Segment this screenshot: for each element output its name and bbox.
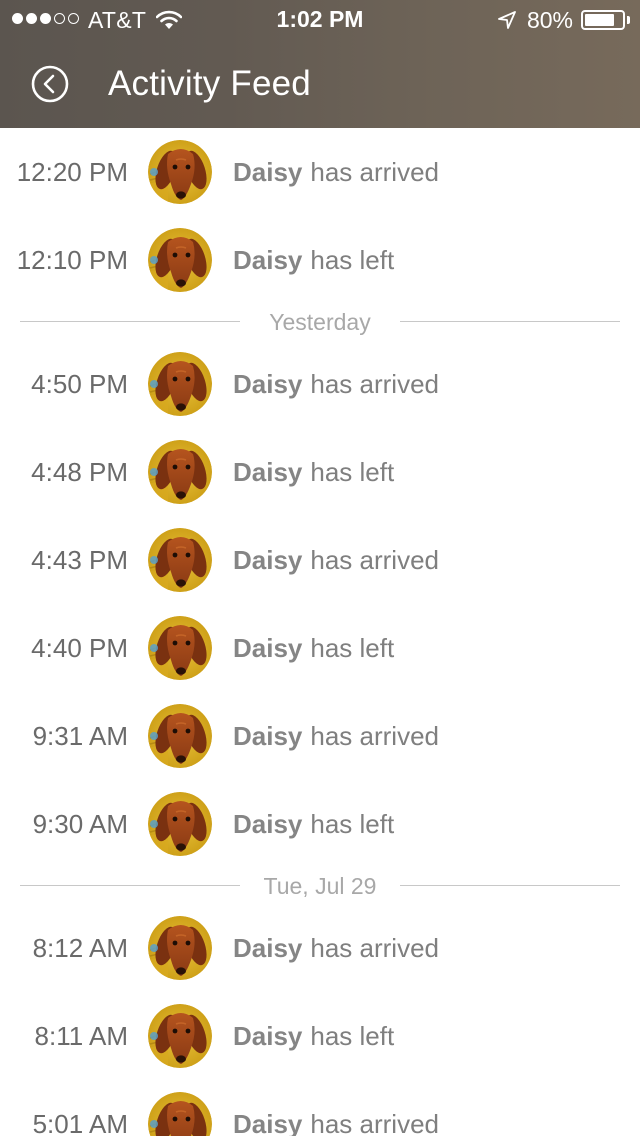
dog-avatar — [148, 140, 212, 204]
date-divider: Yesterday — [0, 304, 640, 340]
activity-time: 9:31 AM — [32, 721, 128, 751]
date-divider-label: Yesterday — [269, 309, 371, 335]
pet-name: Daisy — [233, 245, 303, 275]
activity-time: 4:40 PM — [31, 633, 128, 663]
divider-line — [20, 321, 240, 322]
dog-avatar — [148, 792, 212, 856]
date-divider: Tue, Jul 29 — [0, 868, 640, 904]
dog-avatar — [148, 228, 212, 292]
top-bar: AT&T 1:02 PM 80% Activity Feed — [0, 0, 640, 128]
activity-action: has left — [310, 457, 395, 487]
battery-tip — [627, 16, 630, 24]
activity-text: Daisy has left — [233, 992, 394, 1080]
activity-text: Daisy has left — [233, 780, 394, 868]
activity-action: has left — [310, 245, 395, 275]
divider-line — [400, 885, 620, 886]
dog-avatar — [148, 528, 212, 592]
activity-row[interactable]: 12:20 PM Daisy has arrived — [0, 128, 640, 216]
activity-action: has arrived — [310, 933, 440, 963]
pet-name: Daisy — [233, 633, 303, 663]
activity-time: 9:30 AM — [32, 809, 128, 839]
activity-action: has arrived — [310, 369, 440, 399]
pet-name: Daisy — [233, 157, 303, 187]
activity-text: Daisy has arrived — [233, 692, 439, 780]
battery-icon — [581, 10, 625, 30]
activity-text: Daisy has left — [233, 216, 394, 304]
activity-row[interactable]: 4:48 PM Daisy has left — [0, 428, 640, 516]
back-button[interactable] — [28, 62, 72, 106]
activity-text: Daisy has arrived — [233, 1080, 439, 1136]
date-divider-label: Tue, Jul 29 — [263, 873, 377, 899]
battery-level — [585, 14, 614, 26]
activity-row[interactable]: 8:12 AM Daisy has arrived — [0, 904, 640, 992]
dog-avatar — [148, 440, 212, 504]
divider-line — [20, 885, 240, 886]
battery-percent: 80% — [526, 6, 573, 33]
activity-row[interactable]: 9:30 AM Daisy has left — [0, 780, 640, 868]
activity-time: 8:12 AM — [32, 933, 128, 963]
divider-line — [400, 321, 620, 322]
activity-row[interactable]: 12:10 PM Daisy has left — [0, 216, 640, 304]
pet-name: Daisy — [233, 1021, 303, 1051]
status-right: 80% — [497, 6, 630, 34]
dog-avatar — [148, 916, 212, 980]
activity-time: 4:48 PM — [31, 457, 128, 487]
page-title: Activity Feed — [108, 64, 311, 103]
activity-action: has left — [310, 633, 395, 663]
back-chevron-icon — [31, 65, 69, 103]
activity-text: Daisy has left — [233, 604, 394, 692]
activity-action: has left — [310, 1021, 395, 1051]
activity-row[interactable]: 4:50 PM Daisy has arrived — [0, 340, 640, 428]
activity-text: Daisy has arrived — [233, 904, 439, 992]
activity-row[interactable]: 8:11 AM Daisy has left — [0, 992, 640, 1080]
location-arrow-icon — [497, 10, 517, 30]
dog-avatar — [148, 704, 212, 768]
activity-time: 12:10 PM — [16, 245, 128, 275]
activity-row[interactable]: 4:40 PM Daisy has left — [0, 604, 640, 692]
activity-time: 12:20 PM — [16, 157, 128, 187]
activity-row[interactable]: 9:31 AM Daisy has arrived — [0, 692, 640, 780]
dog-avatar — [148, 1004, 212, 1068]
activity-time: 4:50 PM — [31, 369, 128, 399]
status-bar: AT&T 1:02 PM 80% — [0, 0, 640, 40]
activity-text: Daisy has arrived — [233, 128, 439, 216]
dog-avatar — [148, 616, 212, 680]
activity-text: Daisy has left — [233, 428, 394, 516]
activity-text: Daisy has arrived — [233, 516, 439, 604]
activity-action: has arrived — [310, 1109, 440, 1136]
activity-row[interactable]: 4:43 PM Daisy has arrived — [0, 516, 640, 604]
activity-feed-list[interactable]: 12:20 PM Daisy has arrived 12:10 PM Daisy has… — [0, 128, 640, 1136]
activity-time: 8:11 AM — [34, 1021, 128, 1051]
activity-row[interactable]: 5:01 AM Daisy has arrived — [0, 1080, 640, 1136]
pet-name: Daisy — [233, 809, 303, 839]
activity-time: 5:01 AM — [32, 1109, 128, 1136]
dog-avatar — [148, 1092, 212, 1136]
pet-name: Daisy — [233, 1109, 303, 1136]
pet-name: Daisy — [233, 721, 303, 751]
activity-time: 4:43 PM — [31, 545, 128, 575]
pet-name: Daisy — [233, 933, 303, 963]
activity-action: has left — [310, 809, 395, 839]
activity-text: Daisy has arrived — [233, 340, 439, 428]
activity-action: has arrived — [310, 545, 440, 575]
activity-action: has arrived — [310, 721, 440, 751]
dog-avatar — [148, 352, 212, 416]
nav-bar: Activity Feed — [0, 40, 640, 128]
pet-name: Daisy — [233, 545, 303, 575]
pet-name: Daisy — [233, 369, 303, 399]
activity-action: has arrived — [310, 157, 440, 187]
pet-name: Daisy — [233, 457, 303, 487]
